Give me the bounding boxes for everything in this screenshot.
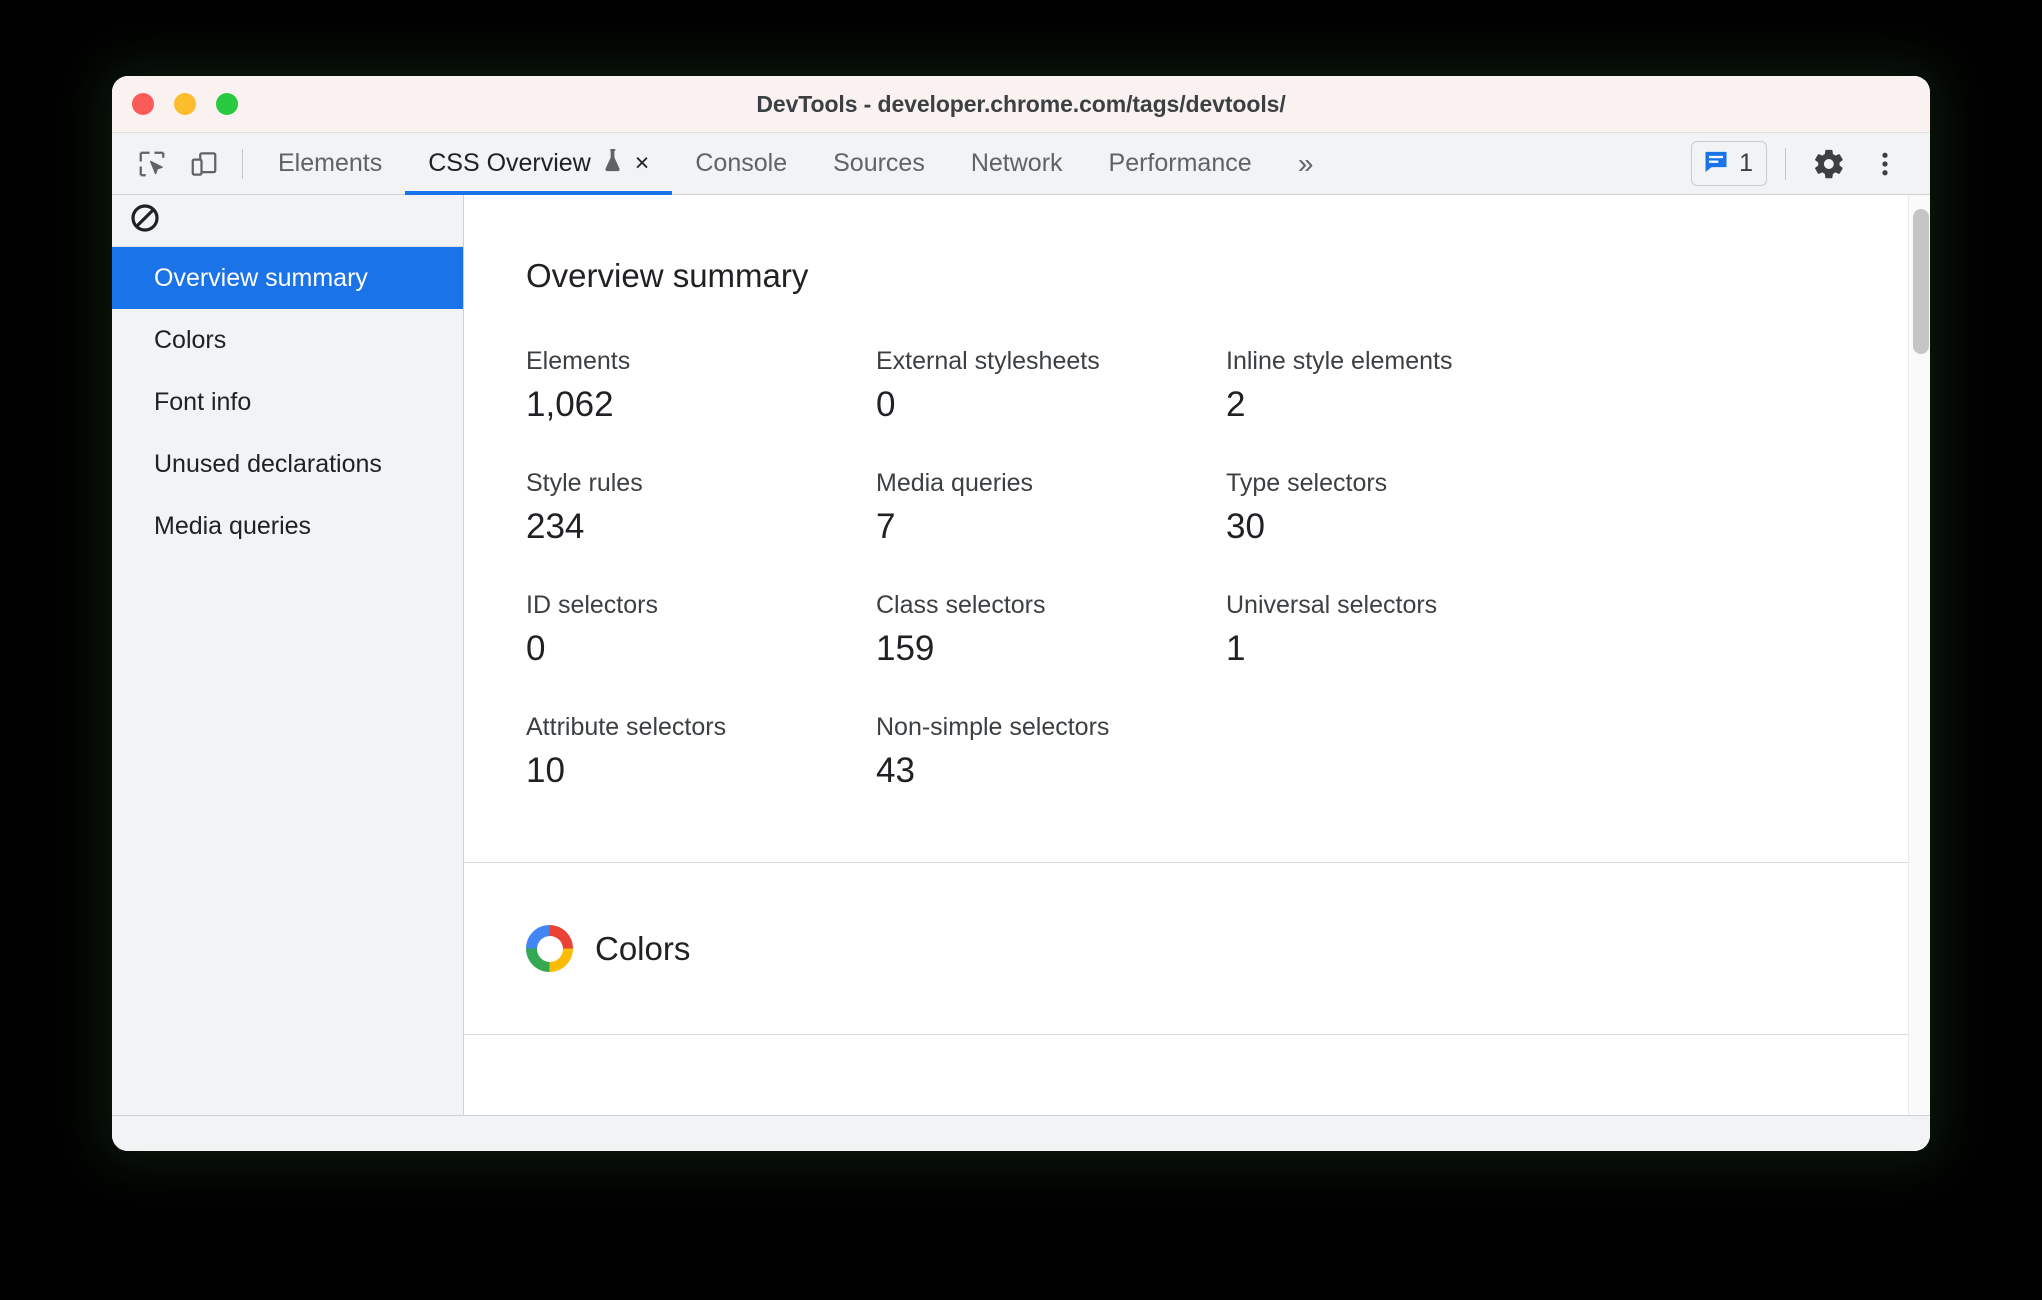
scrollbar-thumb[interactable] xyxy=(1913,209,1929,354)
more-tabs-icon[interactable]: » xyxy=(1275,138,1337,190)
devtools-window: DevTools - developer.chrome.com/tags/dev… xyxy=(112,76,1930,1151)
page-title: Overview summary xyxy=(526,257,809,294)
screenshot-canvas: DevTools - developer.chrome.com/tags/dev… xyxy=(0,0,2042,1300)
stat-class-selectors: Class selectors 159 xyxy=(876,591,1226,669)
stat-id-selectors: ID selectors 0 xyxy=(526,591,876,669)
tab-label: Elements xyxy=(278,149,383,177)
tab-label: Sources xyxy=(833,149,925,177)
tab-label: Network xyxy=(970,149,1063,177)
sidebar-item-font-info[interactable]: Font info xyxy=(112,371,463,433)
tab-css-overview[interactable]: CSS Overview × xyxy=(405,133,673,195)
stat-label: Style rules xyxy=(526,469,643,497)
stat-label: Inline style elements xyxy=(1226,347,1453,375)
sidebar-item-media-queries[interactable]: Media queries xyxy=(112,495,463,557)
devtools-tabbar: Elements CSS Overview × Console Sources … xyxy=(112,133,1930,195)
tabbar-right-actions: 1 xyxy=(1691,139,1930,189)
stat-non-simple-selectors: Non-simple selectors 43 xyxy=(876,713,1226,791)
stat-label: ID selectors xyxy=(526,591,658,619)
sidebar-toolbar xyxy=(112,195,463,247)
colors-section-title: Colors xyxy=(595,929,691,967)
window-title: DevTools - developer.chrome.com/tags/dev… xyxy=(756,90,1286,117)
stat-label: Elements xyxy=(526,347,631,375)
overview-scroll-content: Overview summary Elements 1,062 External… xyxy=(464,195,1908,1151)
close-window-button[interactable] xyxy=(132,93,154,115)
tab-console[interactable]: Console xyxy=(672,133,810,195)
tab-network[interactable]: Network xyxy=(948,133,1086,195)
vertical-scrollbar[interactable] xyxy=(1908,195,1930,1151)
stat-label: Universal selectors xyxy=(1226,591,1438,619)
stat-inline-style-elements: Inline style elements 2 xyxy=(1226,347,1576,425)
stat-value: 234 xyxy=(526,507,585,546)
stat-type-selectors: Type selectors 30 xyxy=(1226,469,1576,547)
stat-value: 10 xyxy=(526,751,565,790)
tab-label: CSS Overview xyxy=(428,149,591,177)
tab-close-icon[interactable]: × xyxy=(635,151,650,176)
css-overview-sidebar: Overview summary Colors Font info Unused… xyxy=(112,195,464,1151)
stat-label: Class selectors xyxy=(876,591,1046,619)
colors-section-header[interactable]: Colors xyxy=(526,925,1846,972)
tab-label: Console xyxy=(695,149,788,177)
sidebar-item-label: Overview summary xyxy=(154,263,368,292)
colors-section: Colors xyxy=(464,863,1908,1035)
sidebar-item-unused-declarations[interactable]: Unused declarations xyxy=(112,433,463,495)
sidebar-item-label: Font info xyxy=(154,387,252,416)
stat-external-stylesheets: External stylesheets 0 xyxy=(876,347,1226,425)
maximize-window-button[interactable] xyxy=(216,93,238,115)
toolbar-divider-right xyxy=(1785,147,1786,180)
stat-empty xyxy=(1226,713,1576,791)
traffic-lights xyxy=(132,93,238,115)
stat-value: 0 xyxy=(876,385,896,424)
stat-value: 30 xyxy=(1226,507,1265,546)
stat-value: 159 xyxy=(876,629,935,668)
overview-summary-section: Overview summary Elements 1,062 External… xyxy=(464,195,1908,863)
stat-elements: Elements 1,062 xyxy=(526,347,876,425)
tab-elements[interactable]: Elements xyxy=(255,133,405,195)
flask-icon xyxy=(602,147,624,180)
window-footer-strip xyxy=(112,1115,1930,1151)
stat-label: Media queries xyxy=(876,469,1034,497)
messages-count: 1 xyxy=(1739,149,1753,177)
css-overview-main: Overview summary Elements 1,062 External… xyxy=(464,195,1930,1151)
more-vertical-icon[interactable] xyxy=(1860,139,1910,189)
gear-icon[interactable] xyxy=(1804,139,1854,189)
stat-style-rules: Style rules 234 xyxy=(526,469,876,547)
sidebar-item-label: Media queries xyxy=(154,511,312,540)
sidebar-item-colors[interactable]: Colors xyxy=(112,309,463,371)
minimize-window-button[interactable] xyxy=(174,93,196,115)
stat-attribute-selectors: Attribute selectors 10 xyxy=(526,713,876,791)
device-toolbar-icon[interactable] xyxy=(178,138,230,190)
no-entry-icon[interactable] xyxy=(129,202,161,239)
message-bubble-icon xyxy=(1702,147,1730,180)
stat-universal-selectors: Universal selectors 1 xyxy=(1226,591,1576,669)
stat-value: 1 xyxy=(1226,629,1246,668)
sidebar-item-label: Colors xyxy=(154,325,227,354)
stat-label: External stylesheets xyxy=(876,347,1100,375)
stat-value: 0 xyxy=(526,629,546,668)
devtools-body: Overview summary Colors Font info Unused… xyxy=(112,195,1930,1151)
inspect-element-icon[interactable] xyxy=(126,138,178,190)
tab-performance[interactable]: Performance xyxy=(1086,133,1275,195)
sidebar-item-overview-summary[interactable]: Overview summary xyxy=(112,247,463,309)
stat-value: 1,062 xyxy=(526,385,614,424)
tab-label: Performance xyxy=(1108,149,1252,177)
stat-value: 43 xyxy=(876,751,915,790)
summary-stats-grid: Elements 1,062 External stylesheets 0 In… xyxy=(526,347,1908,791)
stat-label: Type selectors xyxy=(1226,469,1388,497)
window-titlebar: DevTools - developer.chrome.com/tags/dev… xyxy=(112,76,1930,133)
stat-value: 2 xyxy=(1226,385,1246,424)
stat-label: Non-simple selectors xyxy=(876,713,1110,741)
tab-sources[interactable]: Sources xyxy=(810,133,948,195)
stat-label: Attribute selectors xyxy=(526,713,727,741)
sidebar-item-label: Unused declarations xyxy=(154,449,382,478)
stat-media-queries: Media queries 7 xyxy=(876,469,1226,547)
color-wheel-icon xyxy=(526,925,573,972)
messages-badge[interactable]: 1 xyxy=(1691,141,1767,186)
toolbar-divider xyxy=(242,148,243,179)
stat-value: 7 xyxy=(876,507,896,546)
